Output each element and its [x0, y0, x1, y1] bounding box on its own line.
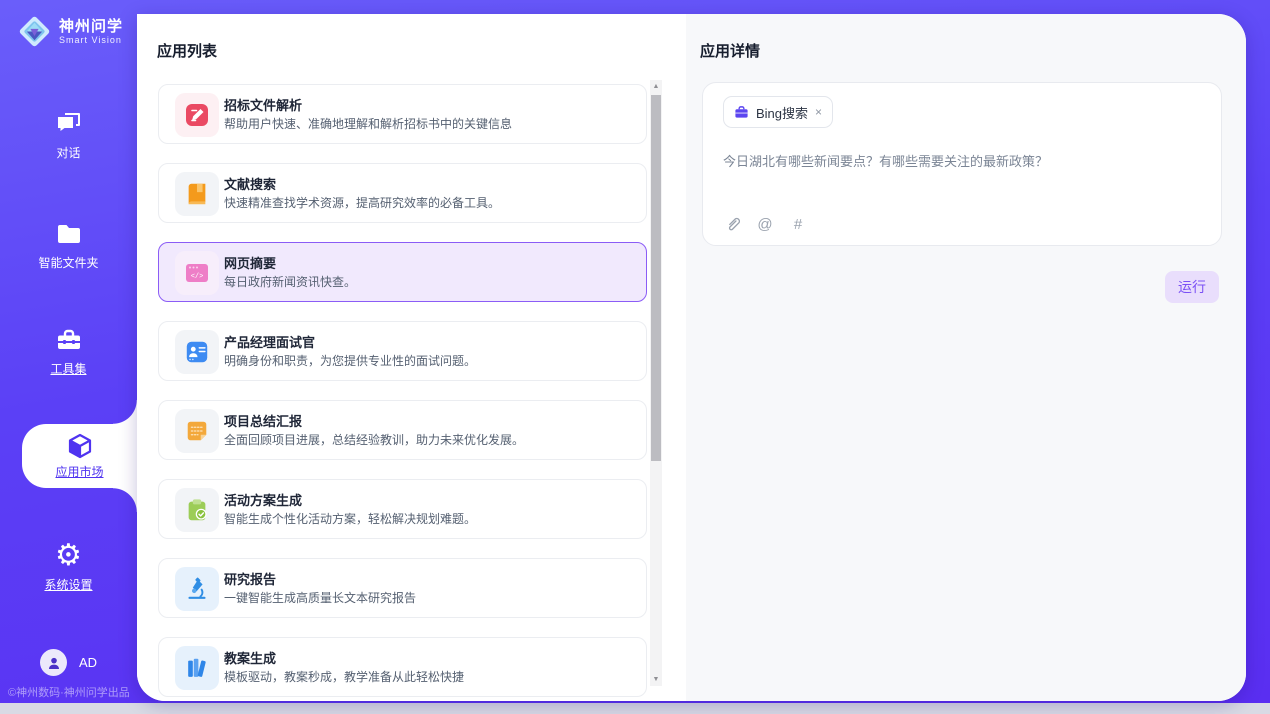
copyright-text: ©神州数码·神州问学出品	[8, 684, 130, 700]
tool-tag-label: Bing搜索	[756, 103, 808, 122]
folder-icon	[55, 220, 83, 248]
interviewer-icon	[175, 330, 219, 374]
mention-icon[interactable]: @	[756, 215, 774, 233]
app-card-literature-search[interactable]: 文献搜索 快速精准查找学术资源，提高研究效率的必备工具。	[158, 163, 647, 223]
app-card-bid-parse[interactable]: 招标文件解析 帮助用户快速、准确地理解和解析招标书中的关键信息	[158, 84, 647, 144]
main-content: 应用列表 招标文件解析 帮助用户快速、准确地理解和解析招标书中的关键信息	[137, 14, 1246, 701]
app-desc: 模板驱动，教案秒成，教学准备从此轻松快捷	[224, 668, 464, 685]
run-button[interactable]: 运行	[1165, 271, 1219, 303]
diamond-logo-icon	[16, 13, 53, 50]
app-desc: 每日政府新闻资讯快查。	[224, 273, 356, 290]
app-detail-panel: 应用详情 Bing搜索 × 今日湖北有哪些新闻要点？有哪些需要关注的最新政策？	[686, 14, 1246, 701]
brand-logo: 神州问学 Smart Vision	[16, 13, 123, 50]
app-title: 网页摘要	[224, 253, 276, 272]
cube-icon	[66, 432, 94, 460]
toolbox-icon	[55, 326, 83, 354]
gear-icon: ⚙	[55, 542, 83, 570]
sidebar-item-label: 应用市场	[55, 463, 103, 480]
web-code-icon: </>	[175, 251, 219, 295]
sidebar-item-label: 对话	[56, 144, 80, 161]
sidebar-item-label: 智能文件夹	[38, 254, 98, 271]
scroll-up-arrow-icon[interactable]: ▲	[650, 80, 662, 93]
clipboard-check-icon	[175, 488, 219, 532]
user-icon	[46, 655, 62, 671]
app-title: 文献搜索	[224, 174, 276, 193]
prompt-text: 今日湖北有哪些新闻要点？有哪些需要关注的最新政策？	[723, 151, 1201, 170]
sidebar-item-app-market[interactable]: 应用市场	[22, 424, 137, 488]
scrollbar-thumb[interactable]	[651, 95, 661, 461]
app-desc: 智能生成个性化活动方案，轻松解决规划难题。	[224, 510, 476, 527]
app-card-pm-interviewer[interactable]: 产品经理面试官 明确身份和职责，为您提供专业性的面试问题。	[158, 321, 647, 381]
paperclip-icon[interactable]	[723, 215, 741, 233]
edit-document-icon	[175, 93, 219, 137]
app-card-project-summary[interactable]: 项目总结汇报 全面回顾项目进展，总结经验教训，助力未来优化发展。	[158, 400, 647, 460]
brand-text: 神州问学 Smart Vision	[59, 18, 123, 45]
app-card-event-plan[interactable]: 活动方案生成 智能生成个性化活动方案，轻松解决规划难题。	[158, 479, 647, 539]
tool-tag-bing-search[interactable]: Bing搜索 ×	[723, 96, 833, 128]
app-card-web-summary[interactable]: </> 网页摘要 每日政府新闻资讯快查。	[158, 242, 647, 302]
sidebar-item-settings[interactable]: ⚙ 系统设置	[0, 542, 137, 593]
app-card-lesson-plan[interactable]: 教案生成 模板驱动，教案秒成，教学准备从此轻松快捷	[158, 637, 647, 697]
attachment-toolbar: @ #	[723, 215, 807, 233]
app-list-panel: 应用列表 招标文件解析 帮助用户快速、准确地理解和解析招标书中的关键信息	[137, 14, 686, 701]
app-title: 教案生成	[224, 648, 276, 667]
app-title: 活动方案生成	[224, 490, 302, 509]
app-title: 产品经理面试官	[224, 332, 315, 351]
avatar	[40, 649, 67, 676]
briefcase-icon	[734, 105, 749, 120]
sidebar-item-chat[interactable]: 对话	[0, 110, 137, 161]
app-shell: 神州问学 Smart Vision 对话 智能文件夹	[0, 0, 1270, 703]
books-icon	[175, 646, 219, 690]
scroll-down-arrow-icon[interactable]: ▼	[650, 673, 662, 686]
app-desc: 一键智能生成高质量长文本研究报告	[224, 589, 416, 606]
microscope-icon	[175, 567, 219, 611]
brand-subtitle: Smart Vision	[59, 35, 123, 45]
brand-name: 神州问学	[59, 18, 123, 35]
app-title: 项目总结汇报	[224, 411, 302, 430]
hashtag-icon[interactable]: #	[789, 215, 807, 233]
user-account[interactable]: AD	[40, 649, 97, 676]
app-title: 招标文件解析	[224, 95, 302, 114]
app-title: 研究报告	[224, 569, 276, 588]
sidebar-item-smart-folder[interactable]: 智能文件夹	[0, 220, 137, 271]
sidebar-item-label: 工具集	[50, 360, 86, 377]
app-card-research-report[interactable]: 研究报告 一键智能生成高质量长文本研究报告	[158, 558, 647, 618]
note-icon	[175, 409, 219, 453]
prompt-card: Bing搜索 × 今日湖北有哪些新闻要点？有哪些需要关注的最新政策？ @ #	[702, 82, 1222, 246]
user-name: AD	[79, 655, 97, 670]
list-scrollbar[interactable]: ▲ ▼	[650, 80, 662, 686]
app-desc: 全面回顾项目进展，总结经验教训，助力未来优化发展。	[224, 431, 524, 448]
app-desc: 快速精准查找学术资源，提高研究效率的必备工具。	[224, 194, 500, 211]
tag-close-icon[interactable]: ×	[815, 106, 822, 118]
app-detail-title: 应用详情	[700, 40, 760, 61]
chat-icon	[55, 110, 83, 138]
sidebar: 神州问学 Smart Vision 对话 智能文件夹	[0, 0, 137, 703]
app-list: 招标文件解析 帮助用户快速、准确地理解和解析招标书中的关键信息 文献搜索 快速精…	[158, 84, 647, 701]
sidebar-item-toolset[interactable]: 工具集	[0, 326, 137, 377]
app-desc: 帮助用户快速、准确地理解和解析招标书中的关键信息	[224, 115, 512, 132]
svg-text:</>: </>	[191, 273, 204, 281]
app-list-title: 应用列表	[157, 40, 217, 61]
sidebar-item-label: 系统设置	[44, 576, 92, 593]
book-icon	[175, 172, 219, 216]
app-desc: 明确身份和职责，为您提供专业性的面试问题。	[224, 352, 476, 369]
